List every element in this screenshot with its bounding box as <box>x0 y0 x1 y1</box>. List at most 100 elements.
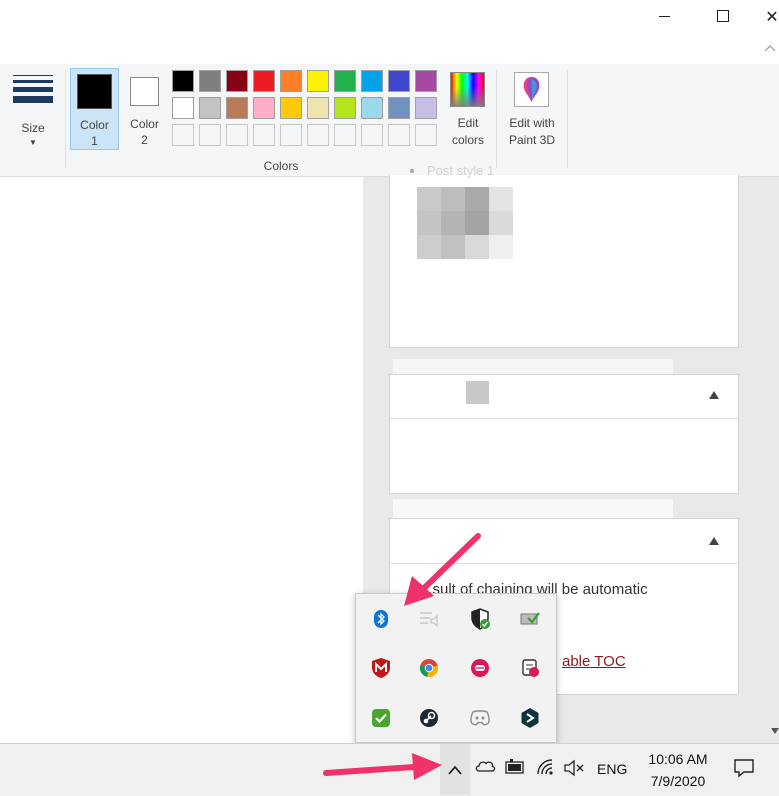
volume-mixer-icon[interactable] <box>417 607 441 631</box>
palette-swatch[interactable] <box>280 97 302 119</box>
colors-group-label: Colors <box>263 159 299 173</box>
bullet <box>410 169 414 173</box>
dashlane-icon[interactable] <box>518 706 542 730</box>
palette-swatch[interactable] <box>226 70 248 92</box>
palette-swatch[interactable] <box>361 97 383 119</box>
windows-security-icon[interactable] <box>468 607 492 631</box>
network-check-icon[interactable] <box>518 607 542 631</box>
paint3d-label-1: Edit with <box>509 116 555 130</box>
paint3d-icon <box>514 72 549 107</box>
custom-color-slot[interactable] <box>334 124 356 146</box>
palette-swatch[interactable] <box>226 97 248 119</box>
palette-swatch[interactable] <box>253 70 275 92</box>
blurred-thumbnail <box>417 187 513 259</box>
caret-down-icon: ▼ <box>29 138 37 147</box>
close-button[interactable]: ✕ <box>749 0 779 32</box>
chevron-up-icon <box>448 765 462 775</box>
custom-color-slot[interactable] <box>226 124 248 146</box>
palette-swatch[interactable] <box>388 97 410 119</box>
divider <box>567 70 568 168</box>
custom-color-slot[interactable] <box>307 124 329 146</box>
palette-swatch[interactable] <box>307 70 329 92</box>
accordion-toggle-1[interactable] <box>708 389 720 403</box>
paint-canvas[interactable] <box>0 177 363 743</box>
steam-icon[interactable] <box>417 706 441 730</box>
annotation-arrow-bluetooth <box>404 533 481 606</box>
palette-swatch[interactable] <box>334 97 356 119</box>
triangle-up-icon <box>709 537 719 545</box>
mcafee-icon[interactable] <box>369 656 393 680</box>
action-center-button[interactable] <box>733 758 755 781</box>
pocket-casts-icon[interactable] <box>468 656 492 680</box>
palette-swatch[interactable] <box>388 70 410 92</box>
divider <box>496 70 497 168</box>
accordion-card-1 <box>389 374 739 494</box>
edit-colors-button[interactable]: Edit colors <box>446 68 490 154</box>
color1-label: Color <box>80 118 109 132</box>
collapse-ribbon-button[interactable] <box>763 42 777 52</box>
edit-colors-label-2: colors <box>451 133 484 147</box>
annotation-arrow-chevron <box>323 753 442 780</box>
custom-color-slot[interactable] <box>388 124 410 146</box>
color1-button[interactable]: Color 1 <box>70 68 119 150</box>
custom-color-slot[interactable] <box>280 124 302 146</box>
size-lines-icon <box>13 75 53 103</box>
clock-time: 10:06 AM <box>648 751 708 767</box>
palette-swatch[interactable] <box>307 97 329 119</box>
edit-with-paint3d-button[interactable]: Edit with Paint 3D <box>502 68 562 154</box>
battery-icon[interactable] <box>504 759 526 778</box>
triangle-up-icon <box>709 391 719 399</box>
color-palette <box>172 70 444 150</box>
custom-color-slot[interactable] <box>361 124 383 146</box>
palette-swatch[interactable] <box>361 70 383 92</box>
input-language[interactable]: ENG <box>597 761 627 777</box>
color2-number: 2 <box>141 133 148 147</box>
custom-color-slot[interactable] <box>415 124 437 146</box>
toc-link[interactable]: able TOC <box>562 653 626 670</box>
close-icon: ✕ <box>765 6 779 26</box>
divider <box>390 418 738 419</box>
discord-icon[interactable] <box>468 706 492 730</box>
custom-color-slot[interactable] <box>199 124 221 146</box>
palette-swatch[interactable] <box>280 70 302 92</box>
palette-swatch[interactable] <box>334 70 356 92</box>
tray-overflow-popup <box>355 593 557 743</box>
maximize-icon <box>717 10 729 22</box>
minimize-icon <box>658 15 670 17</box>
palette-swatch[interactable] <box>415 97 437 119</box>
snip-sketch-icon[interactable] <box>518 656 542 680</box>
bluetooth-icon[interactable] <box>369 607 393 631</box>
custom-color-slot[interactable] <box>172 124 194 146</box>
palette-swatch[interactable] <box>199 97 221 119</box>
palette-swatch[interactable] <box>415 70 437 92</box>
color2-label: Color <box>130 117 159 131</box>
wifi-icon[interactable] <box>535 758 555 779</box>
onedrive-icon[interactable] <box>474 758 496 777</box>
speaker-muted-icon[interactable] <box>563 759 585 780</box>
color1-swatch <box>77 74 112 109</box>
palette-swatch[interactable] <box>172 70 194 92</box>
color-spectrum-icon <box>450 72 485 107</box>
security-check-icon[interactable] <box>369 706 393 730</box>
chevron-up-icon <box>764 45 776 52</box>
color2-button[interactable]: Color 2 <box>121 68 168 150</box>
title-bar: ✕ <box>0 0 779 64</box>
custom-color-slot[interactable] <box>253 124 275 146</box>
palette-swatch[interactable] <box>253 97 275 119</box>
scrollbar[interactable] <box>771 177 779 743</box>
edit-colors-label-1: Edit <box>457 116 479 130</box>
accordion-toggle-2[interactable] <box>708 535 720 549</box>
color1-number: 1 <box>91 134 98 148</box>
size-button[interactable]: Size ▼ <box>6 68 60 156</box>
clock-date: 7/9/2020 <box>650 773 706 789</box>
palette-swatch[interactable] <box>172 97 194 119</box>
maximize-button[interactable] <box>700 0 746 32</box>
palette-swatch[interactable] <box>199 70 221 92</box>
post-style-label: Post style 1 <box>427 163 495 178</box>
divider <box>65 70 66 168</box>
clock[interactable]: 10:06 AM 7/9/2020 <box>640 748 716 792</box>
minimize-button[interactable] <box>641 0 687 32</box>
chrome-icon[interactable] <box>417 656 441 680</box>
blurred-block <box>466 381 489 404</box>
notification-icon <box>734 759 754 778</box>
